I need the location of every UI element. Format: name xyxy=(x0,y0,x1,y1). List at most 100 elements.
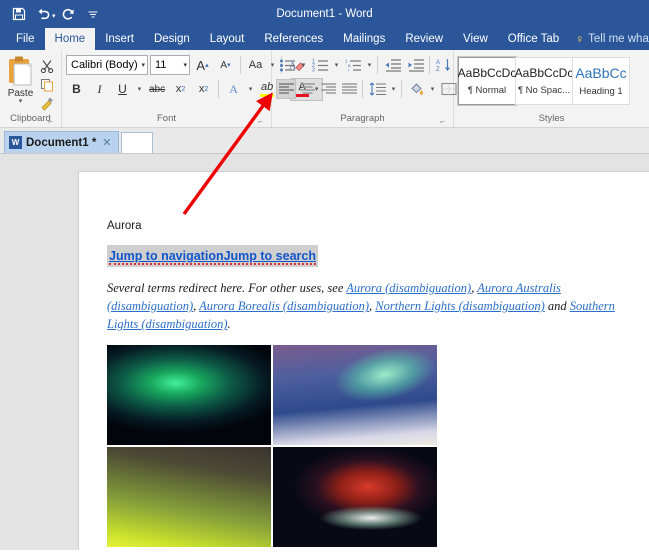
paste-button[interactable]: Paste ▾ xyxy=(4,55,37,105)
font-group-label: Font ⌐ xyxy=(66,113,267,127)
line-spacing-dropdown-icon[interactable]: ▾ xyxy=(389,85,398,93)
style-name: ¶ No Spac... xyxy=(517,85,571,96)
tab-home[interactable]: Home xyxy=(44,28,96,50)
style-sample: AaBbCcDc xyxy=(457,66,517,80)
link-aurora-disambiguation[interactable]: Aurora (disambiguation) xyxy=(346,281,471,295)
svg-text:i: i xyxy=(348,68,349,73)
underline-dropdown-icon[interactable]: ▾ xyxy=(135,85,144,93)
selection-highlight[interactable]: Jump to navigationJump to search xyxy=(107,245,318,267)
undo-icon[interactable] xyxy=(32,3,54,25)
customize-qat-icon[interactable] xyxy=(82,3,104,25)
tab-insert[interactable]: Insert xyxy=(95,28,144,50)
paste-dropdown-icon[interactable]: ▾ xyxy=(19,98,23,105)
decrease-indent-button[interactable] xyxy=(381,55,403,75)
multilevel-dropdown-icon[interactable]: ▾ xyxy=(365,61,374,69)
italic-button[interactable]: I xyxy=(89,79,110,100)
aurora-image-2[interactable] xyxy=(273,345,437,446)
subscript-button[interactable]: x2 xyxy=(170,79,191,100)
tab-office-tab[interactable]: Office Tab xyxy=(498,28,569,50)
jump-links-text[interactable]: Jump to navigationJump to search xyxy=(109,249,316,265)
grow-font-button[interactable]: A ▴ xyxy=(192,55,213,76)
redo-icon[interactable] xyxy=(58,3,80,25)
align-center-button[interactable] xyxy=(297,79,317,99)
bullets-dropdown-icon[interactable]: ▾ xyxy=(299,61,308,69)
tab-mailings[interactable]: Mailings xyxy=(333,28,395,50)
align-right-button[interactable] xyxy=(318,79,338,99)
font-dialog-launcher[interactable]: ⌐ xyxy=(256,117,265,126)
font-size-combo[interactable]: 11 ▾ xyxy=(150,55,190,75)
aurora-image-1[interactable] xyxy=(107,345,271,446)
chevron-down-icon[interactable]: ▾ xyxy=(138,61,145,69)
shading-dropdown-icon[interactable]: ▾ xyxy=(428,85,437,93)
style-no-spacing[interactable]: AaBbCcDc ¶ No Spac... xyxy=(515,57,573,105)
increase-indent-button[interactable] xyxy=(404,55,426,75)
shrink-font-button[interactable]: A ▾ xyxy=(215,55,236,76)
link-northern-lights[interactable]: Northern Lights (disambiguation) xyxy=(375,299,544,313)
paragraph-dialog-launcher[interactable]: ⌐ xyxy=(438,117,447,126)
line-spacing-button[interactable] xyxy=(366,79,388,99)
divider xyxy=(377,56,378,74)
paste-icon xyxy=(8,56,31,86)
style-sample: AaBbCc xyxy=(575,65,627,81)
divider xyxy=(401,80,402,98)
ribbon: Paste ▾ Clipboard ⌐ Calibri (Body) ▾ 11 … xyxy=(0,50,649,128)
sort-button[interactable]: AZ xyxy=(433,55,455,75)
font-name-combo[interactable]: Calibri (Body) ▾ xyxy=(66,55,148,75)
tell-me-search[interactable]: ♀ Tell me what yo xyxy=(575,28,649,50)
cut-button[interactable] xyxy=(37,57,57,75)
style-heading-1[interactable]: AaBbCc Heading 1 xyxy=(572,57,630,105)
tab-layout[interactable]: Layout xyxy=(200,28,255,50)
numbered-list-icon: 123 xyxy=(312,59,328,72)
bold-button[interactable]: B xyxy=(66,79,87,100)
text-effects-button[interactable]: A xyxy=(223,79,244,100)
tab-file[interactable]: File xyxy=(6,28,45,50)
bullet-list-icon xyxy=(279,59,295,72)
multilevel-list-button[interactable]: 1 a i xyxy=(342,55,364,75)
tab-view[interactable]: View xyxy=(453,28,498,50)
sort-icon: AZ xyxy=(436,59,450,72)
word-window: ▾ Document1 - Word File Home Insert Desi… xyxy=(0,0,649,556)
strikethrough-button[interactable]: abc xyxy=(146,79,168,100)
numbering-dropdown-icon[interactable]: ▾ xyxy=(332,61,341,69)
align-left-icon xyxy=(278,83,294,94)
line-spacing-icon xyxy=(369,82,386,96)
style-normal[interactable]: AaBbCcDc ¶ Normal xyxy=(457,56,517,106)
document-paragraph: Several terms redirect here. For other u… xyxy=(107,279,621,333)
new-tab-button[interactable] xyxy=(120,132,153,153)
align-left-button[interactable] xyxy=(276,79,296,99)
undo-dropdown-icon[interactable]: ▾ xyxy=(52,12,56,20)
office-tab-bar: W Document1 * ✕ xyxy=(0,128,649,154)
document-page[interactable]: Aurora Jump to navigationJump to search … xyxy=(78,171,649,550)
save-icon[interactable] xyxy=(8,3,30,25)
justify-button[interactable] xyxy=(339,79,359,99)
text-effects-label: A xyxy=(229,81,238,96)
numbering-button[interactable]: 123 xyxy=(309,55,331,75)
change-case-button[interactable]: Aa xyxy=(245,55,266,76)
change-case-label: Aa xyxy=(248,59,263,71)
superscript-button[interactable]: x2 xyxy=(193,79,214,100)
italic-label: I xyxy=(97,81,102,96)
document-canvas: Aurora Jump to navigationJump to search … xyxy=(0,154,649,550)
copy-button[interactable] xyxy=(37,76,57,94)
svg-text:A: A xyxy=(436,60,440,66)
tab-design[interactable]: Design xyxy=(144,28,200,50)
underline-label: U xyxy=(118,82,127,96)
office-tab-label: Document1 * xyxy=(26,136,97,149)
tab-references[interactable]: References xyxy=(254,28,333,50)
chevron-down-icon[interactable]: ▾ xyxy=(180,61,187,69)
aurora-image-3[interactable] xyxy=(107,447,271,548)
clipboard-dialog-launcher[interactable]: ⌐ xyxy=(46,117,55,126)
aurora-image-4[interactable] xyxy=(273,447,437,548)
format-painter-button[interactable] xyxy=(37,95,57,113)
increase-indent-icon xyxy=(408,59,424,72)
underline-button[interactable]: U xyxy=(112,79,133,100)
style-sample: AaBbCcDc xyxy=(514,66,574,80)
office-tab-document1[interactable]: W Document1 * ✕ xyxy=(4,131,119,153)
close-icon[interactable]: ✕ xyxy=(100,136,113,149)
shading-button[interactable] xyxy=(405,79,427,99)
ribbon-group-paragraph: ▾ 123 ▾ 1 a i ▾ A Z ▾ ▾ Paragraph ⌐ xyxy=(272,50,470,127)
link-aurora-borealis[interactable]: Aurora Borealis (disambiguation) xyxy=(199,299,369,313)
bullets-button[interactable] xyxy=(276,55,298,75)
text-effects-dropdown-icon[interactable]: ▾ xyxy=(246,85,255,93)
tab-review[interactable]: Review xyxy=(395,28,453,50)
